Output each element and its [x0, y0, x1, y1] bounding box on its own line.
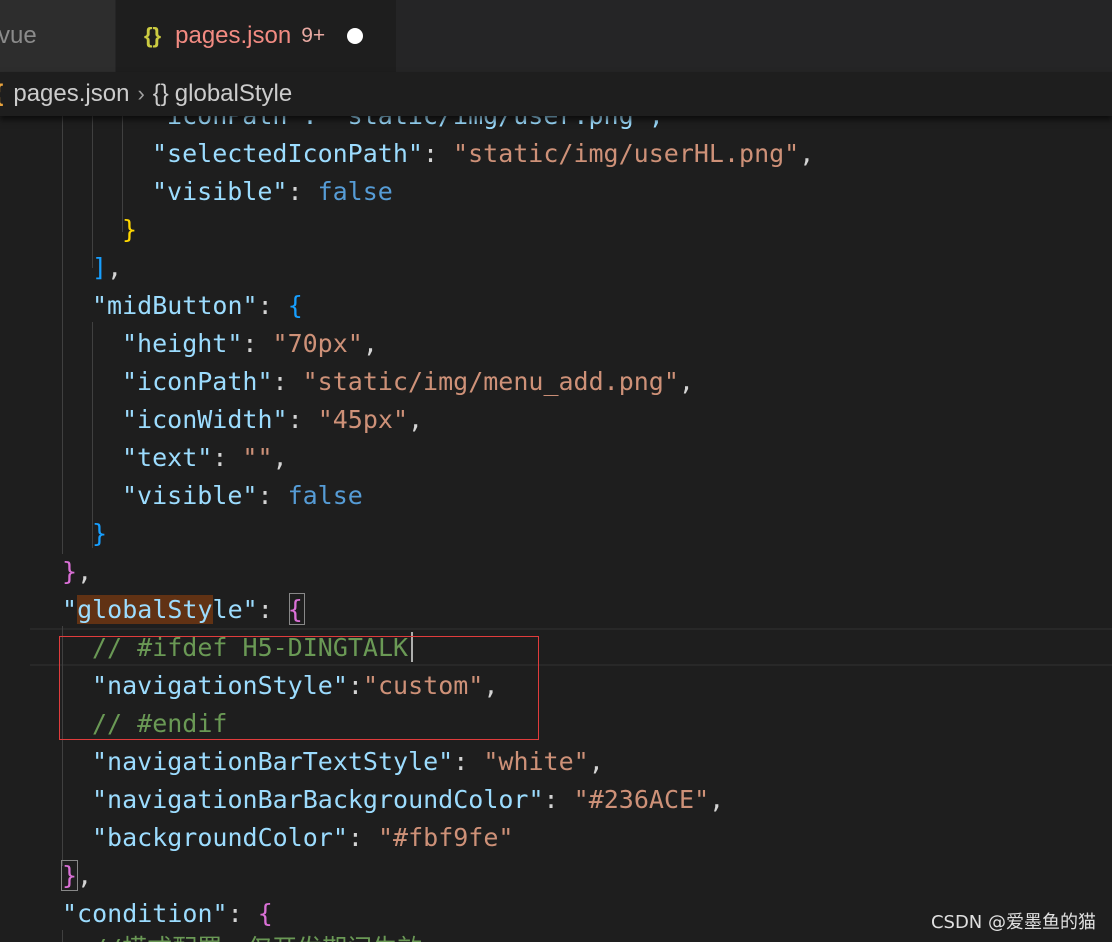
code-line: "selectedIconPath": "static/img/userHL.p… — [152, 139, 815, 168]
tab-label: vue — [0, 22, 37, 49]
code-line: "navigationBarBackgroundColor": "#236ACE… — [92, 785, 725, 814]
breadcrumb-file[interactable]: pages.json — [13, 80, 129, 108]
code-line: //模式配置，仅开发期间生效 — [92, 930, 422, 942]
code-line: "iconWidth": "45px", — [122, 405, 424, 434]
json-file-icon: { — [0, 80, 3, 108]
json-file-icon: {} — [144, 23, 162, 48]
code-line: "globalStyle": { — [62, 595, 303, 624]
code-line: "iconPath": "static/img/menu_add.png", — [122, 367, 694, 396]
code-line: } — [92, 519, 108, 548]
tab-pages-json[interactable]: {} pages.json 9+ — [116, 0, 396, 72]
code-line: ], — [92, 253, 123, 282]
indent-guide — [92, 96, 93, 268]
unsaved-dot-icon[interactable] — [347, 28, 364, 44]
problems-count-badge: 9+ — [301, 24, 326, 47]
bracket-match-highlight — [289, 593, 305, 625]
watermark: CSDN @爱墨鱼的猫 — [930, 912, 1096, 933]
code-line: "condition": { — [62, 899, 273, 928]
tab-label: pages.json — [175, 22, 292, 49]
breadcrumb-symbol[interactable]: globalStyle — [175, 80, 292, 108]
code-line: }, — [60, 860, 93, 891]
code-line: "midButton": { — [92, 291, 303, 320]
code-editor[interactable]: "iconPath": "static/img/user.png", "sele… — [0, 96, 1112, 942]
code-line: "visible": false — [152, 177, 393, 206]
indent-guide — [62, 96, 63, 554]
tab-vue-file[interactable]: vue — [0, 0, 115, 72]
chevron-right-icon: › — [137, 81, 145, 106]
code-line: "navigationBarTextStyle": "white", — [92, 747, 604, 776]
code-line: } — [122, 215, 138, 244]
code-line: "visible": false — [122, 481, 363, 510]
code-line: "text": "", — [122, 443, 288, 472]
code-line: }, — [62, 557, 93, 586]
code-line: "backgroundColor": "#fbf9fe" — [92, 823, 514, 852]
code-line: "height": "70px", — [122, 329, 378, 358]
editor-tab-bar: vue {} pages.json 9+ — [0, 0, 1112, 72]
object-symbol-icon: {} — [152, 80, 169, 107]
annotation-red-box — [59, 636, 539, 740]
breadcrumb: { pages.json › {} globalStyle — [0, 72, 1112, 116]
